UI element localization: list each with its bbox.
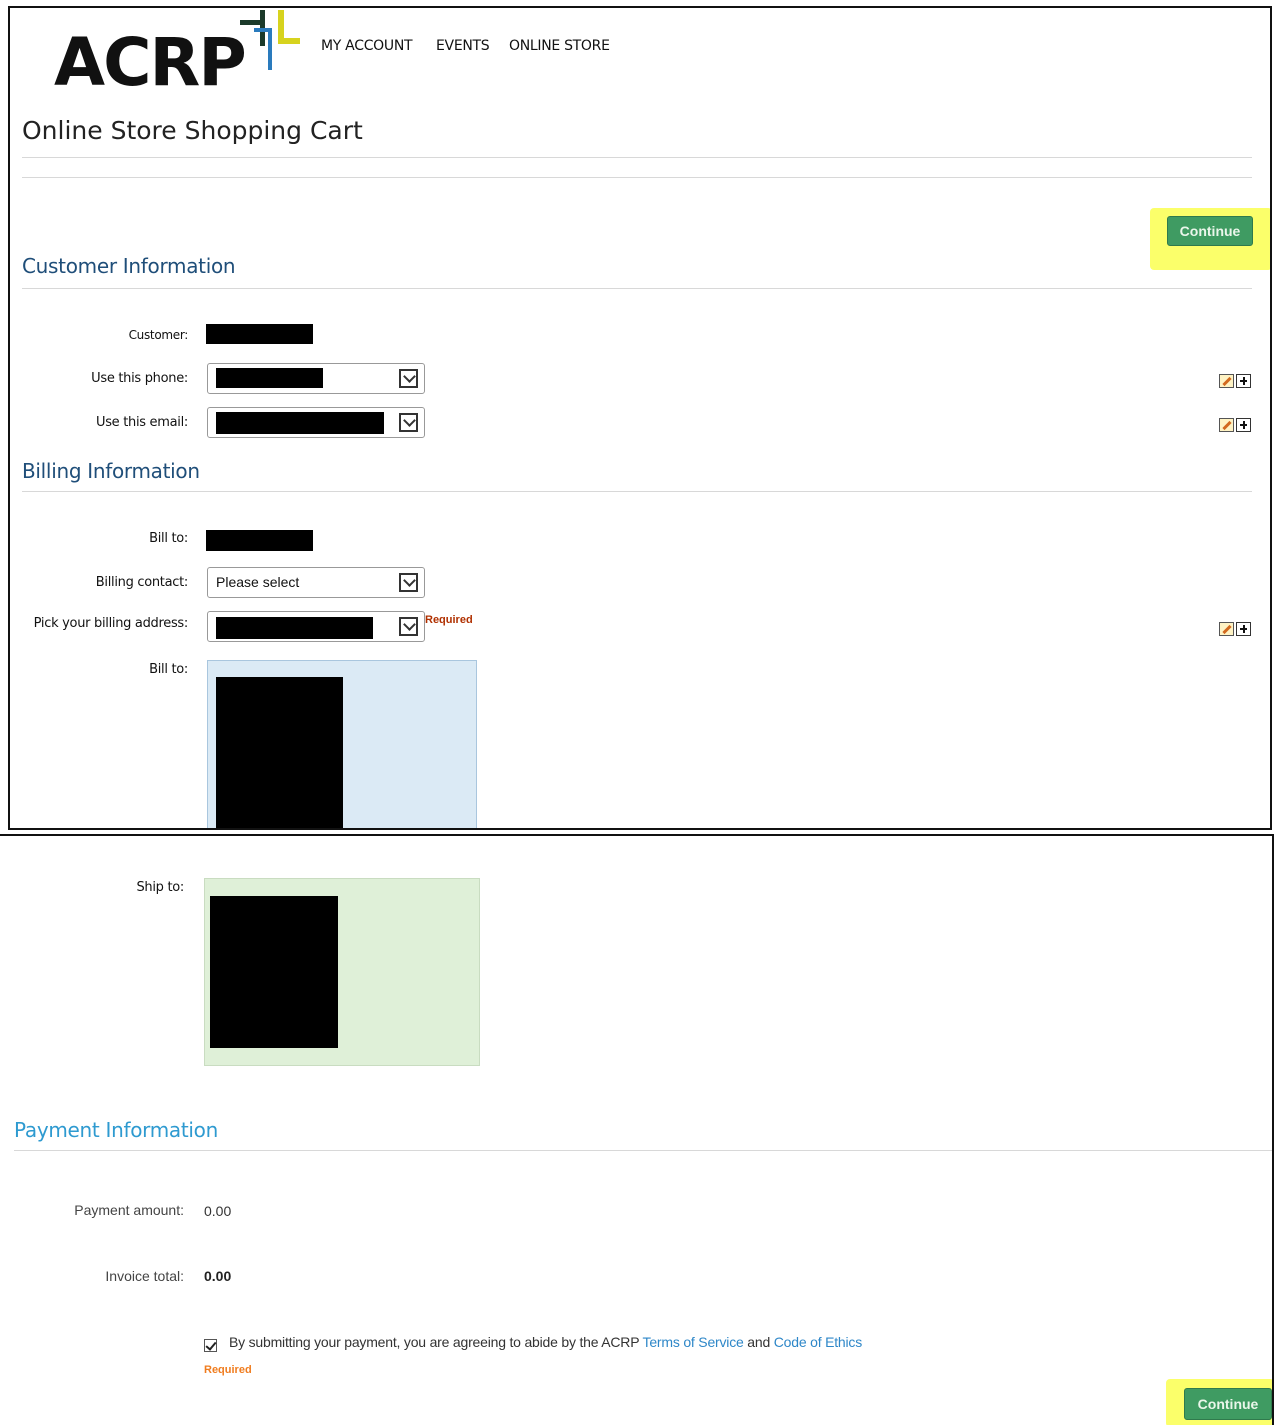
add-icon[interactable] [1236, 418, 1251, 432]
payment-amount-label: Payment amount: [74, 1202, 184, 1218]
terms-text: By submitting your payment, you are agre… [229, 1334, 862, 1350]
billing-contact-value: Please select [216, 574, 300, 590]
checkout-panel-top: ACRP MY ACCOUNT EVENTS ONLINE STORE Onli… [8, 6, 1272, 830]
payment-amount-value: 0.00 [204, 1203, 232, 1219]
billing-information-heading: Billing Information [22, 459, 200, 483]
email-label: Use this email: [95, 415, 188, 430]
terms-required: Required [204, 1364, 252, 1376]
bill-to-value-redacted [206, 530, 313, 551]
invoice-total-value: 0.00 [204, 1268, 232, 1284]
terms-of-service-link[interactable]: Terms of Service [643, 1334, 744, 1350]
terms-and: and [743, 1334, 774, 1350]
email-actions [1219, 418, 1253, 432]
chevron-down-icon[interactable] [399, 573, 418, 592]
bill-to-address-box [207, 660, 477, 828]
edit-icon[interactable] [1219, 374, 1234, 388]
bill-to-address-redacted [216, 677, 343, 828]
customer-value-redacted [206, 324, 313, 344]
ship-to-label: Ship to: [136, 880, 184, 895]
billing-address-select[interactable] [207, 611, 425, 642]
terms-prefix: By submitting your payment, you are agre… [229, 1334, 643, 1350]
invoice-total-label: Invoice total: [105, 1268, 184, 1284]
ship-to-address-box [204, 878, 480, 1066]
ship-to-address-redacted [210, 896, 338, 1048]
billing-address-redacted [216, 617, 373, 639]
edit-icon[interactable] [1219, 622, 1234, 636]
bill-to-label: Bill to: [149, 531, 188, 546]
billing-address-actions [1219, 622, 1253, 636]
bill-to-box-label: Bill to: [149, 662, 188, 677]
email-value-redacted [216, 412, 384, 434]
nav-events[interactable]: EVENTS [436, 38, 490, 54]
divider [22, 491, 1252, 492]
nav-my-account[interactable]: MY ACCOUNT [321, 38, 413, 54]
billing-contact-label: Billing contact: [95, 575, 189, 590]
acrp-logo[interactable]: ACRP [54, 30, 247, 96]
chevron-down-icon[interactable] [399, 369, 418, 388]
chevron-down-icon[interactable] [399, 617, 418, 636]
terms-checkbox[interactable] [204, 1339, 217, 1352]
divider [22, 177, 1252, 178]
checkout-panel-bottom: Ship to: Payment Information Payment amo… [0, 834, 1274, 1425]
edit-icon[interactable] [1219, 418, 1234, 432]
billing-address-required: Required [425, 614, 473, 626]
divider [22, 288, 1252, 289]
customer-information-heading: Customer Information [22, 254, 236, 278]
phone-select[interactable] [207, 363, 425, 394]
continue-button-bottom[interactable]: Continue [1184, 1388, 1272, 1420]
phone-label: Use this phone: [91, 371, 188, 386]
email-select[interactable] [207, 407, 425, 438]
continue-button-top[interactable]: Continue [1167, 216, 1253, 246]
billing-contact-select[interactable]: Please select [207, 567, 425, 598]
divider [22, 157, 1252, 158]
code-of-ethics-link[interactable]: Code of Ethics [774, 1334, 862, 1350]
phone-value-redacted [216, 368, 323, 388]
phone-actions [1219, 374, 1253, 388]
add-icon[interactable] [1236, 374, 1251, 388]
customer-label: Customer: [128, 328, 189, 342]
nav-online-store[interactable]: ONLINE STORE [509, 38, 610, 54]
page-title: Online Store Shopping Cart [22, 116, 363, 145]
add-icon[interactable] [1236, 622, 1251, 636]
divider [14, 1150, 1272, 1151]
billing-address-label: Pick your billing address: [33, 616, 189, 631]
payment-information-heading: Payment Information [14, 1118, 218, 1142]
chevron-down-icon[interactable] [399, 413, 418, 432]
acrp-logo-mark-icon [240, 10, 300, 70]
